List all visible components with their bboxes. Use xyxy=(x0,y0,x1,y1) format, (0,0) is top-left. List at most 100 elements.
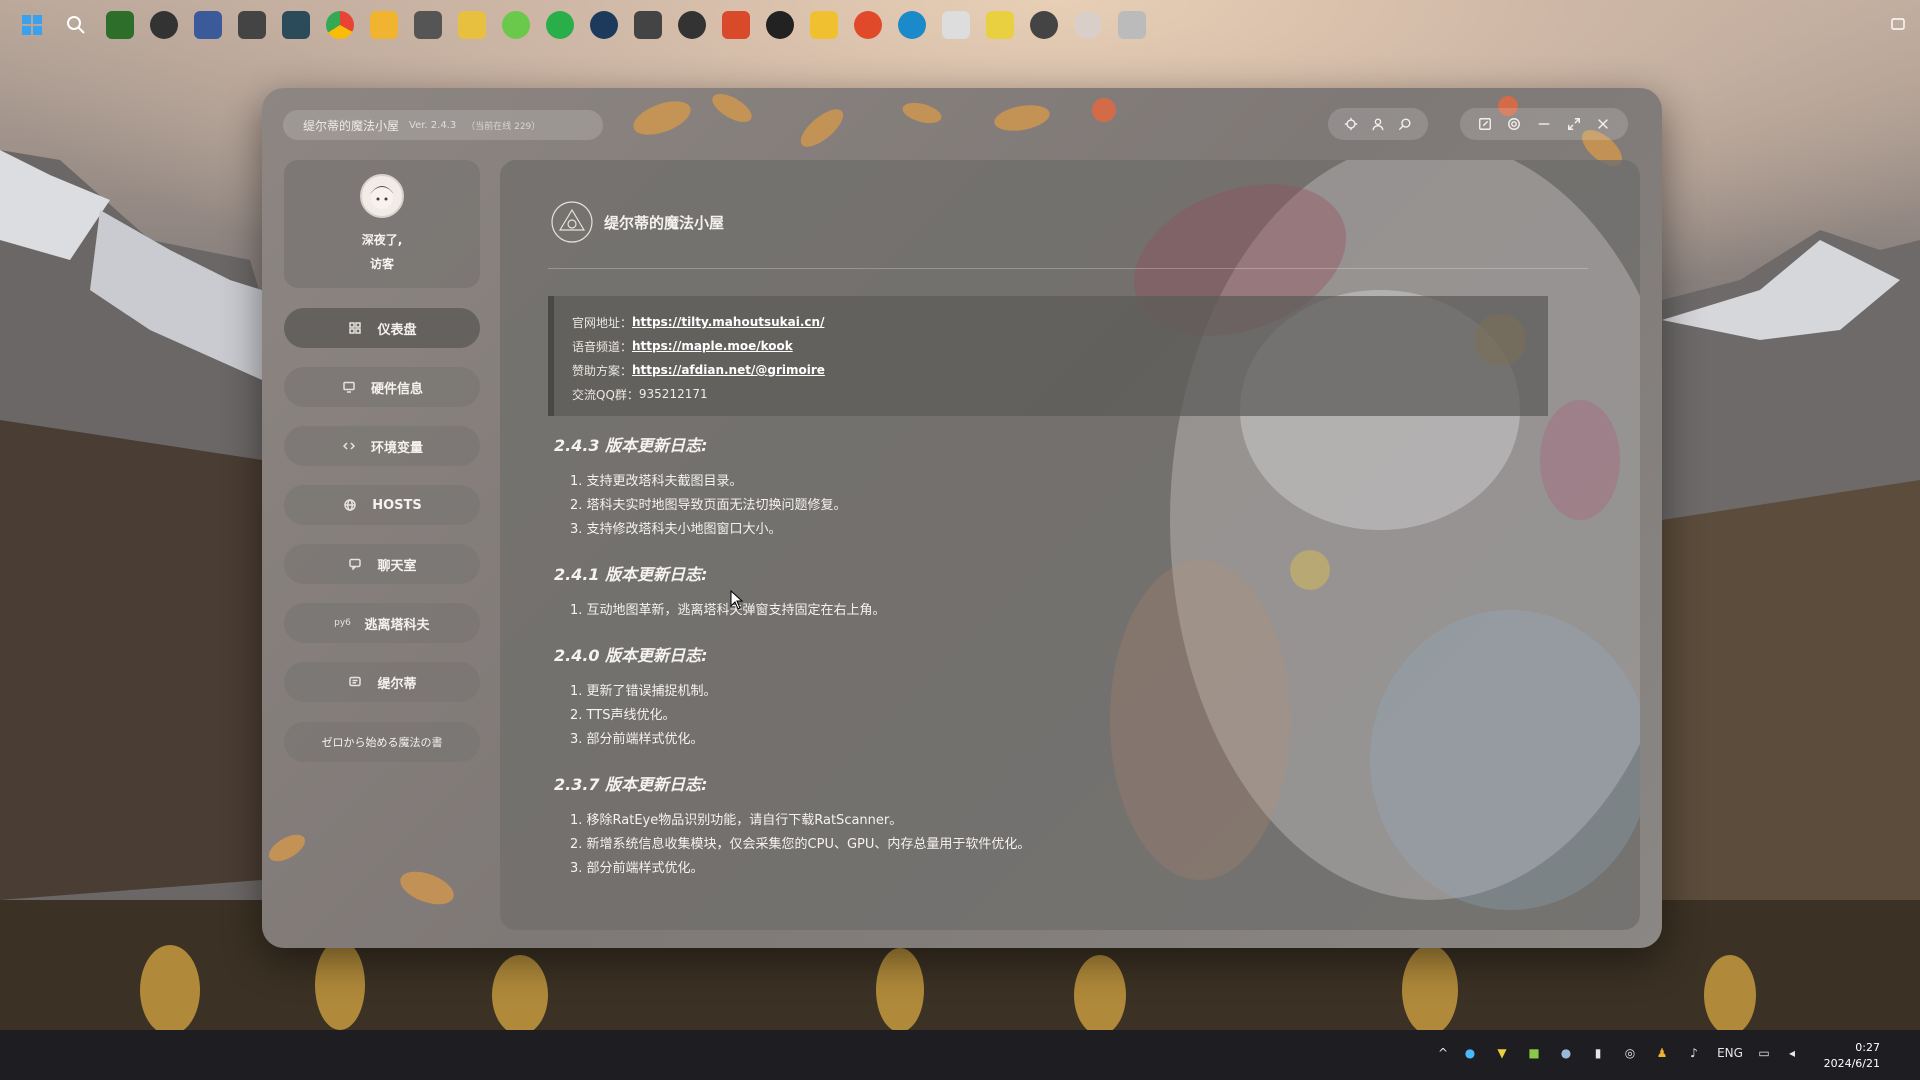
taskbar-search-button[interactable] xyxy=(62,11,90,39)
tray-steam-icon[interactable]: ● xyxy=(1550,1046,1582,1060)
tray-vpn-icon[interactable]: ▼ xyxy=(1486,1046,1518,1060)
nav-env-vars[interactable]: 环境变量 xyxy=(284,426,480,466)
riot-app-icon[interactable] xyxy=(1030,11,1058,39)
info-row-voice: 语音频道： https://maple.moe/kook xyxy=(572,334,1548,358)
file-explorer-icon[interactable] xyxy=(370,11,398,39)
speed-app-icon[interactable] xyxy=(678,11,706,39)
changelog-title: 2.4.0 版本更新日志: xyxy=(554,646,708,665)
chevron-up-icon[interactable]: ^ xyxy=(1432,1046,1454,1060)
changelog-item: 1. 更新了错误捕捉机制。 xyxy=(570,684,717,699)
taskbar-clock[interactable]: 0:27 2024/6/21 xyxy=(1808,1040,1880,1072)
nav-chatroom-label: 聊天室 xyxy=(377,558,417,574)
main-content: 缇尔蒂的魔法小屋 官网地址： https://tilty.mahoutsukai… xyxy=(500,160,1640,930)
vpn-app-icon[interactable] xyxy=(986,11,1014,39)
window-controls xyxy=(1460,108,1628,140)
chrome-icon[interactable] xyxy=(326,11,354,39)
py6-icon: py6 xyxy=(334,618,351,628)
search-button[interactable] xyxy=(1394,113,1416,135)
globe-icon xyxy=(342,498,358,512)
changelog-237: 2.3.7 版本更新日志: 1. 移除RatEye物品识别功能，请自行下载Rat… xyxy=(554,771,1030,881)
edit-icon xyxy=(1478,118,1491,130)
nav-magic-book-label: ゼロから始める魔法の書 xyxy=(321,736,443,749)
avatar[interactable] xyxy=(360,174,404,218)
nav-hardware-label: 硬件信息 xyxy=(370,381,423,397)
minimize-button[interactable] xyxy=(1533,113,1555,135)
changelog-item: 1. 互动地图革新，逃离塔科夫弹窗支持固定在右上角。 xyxy=(570,603,886,618)
search-icon xyxy=(67,16,85,34)
system-app-icon[interactable] xyxy=(194,11,222,39)
tarkov-app-icon[interactable] xyxy=(634,11,662,39)
steam-icon[interactable] xyxy=(590,11,618,39)
tray-chart-icon[interactable]: ▮ xyxy=(1582,1046,1614,1060)
user-button[interactable] xyxy=(1367,113,1389,135)
launcher-app-icon[interactable] xyxy=(722,11,750,39)
settings-button[interactable] xyxy=(1503,113,1525,135)
xbox-app-icon[interactable] xyxy=(282,11,310,39)
chat-icon xyxy=(347,557,363,571)
tray-user-icon[interactable]: ♟ xyxy=(1646,1046,1678,1060)
close-icon xyxy=(1598,119,1609,129)
sponsor-label: 赞助方案： xyxy=(572,363,633,378)
tray-monitor-icon[interactable]: ■ xyxy=(1518,1046,1550,1060)
notes-app-icon[interactable] xyxy=(458,11,486,39)
gog-app-icon[interactable] xyxy=(766,11,794,39)
nav-chatroom[interactable]: 聊天室 xyxy=(284,544,480,584)
online-count: （当前在线 229） xyxy=(466,121,541,132)
edit-button[interactable] xyxy=(1474,113,1496,135)
kook-app-icon[interactable] xyxy=(810,11,838,39)
windows-icon xyxy=(22,15,42,35)
qq-label: 交流QQ群： xyxy=(572,387,639,402)
nav-dashboard[interactable]: 仪表盘 xyxy=(284,308,480,348)
volume-icon[interactable]: ◂ xyxy=(1778,1046,1806,1060)
wechat-icon[interactable] xyxy=(546,11,574,39)
search-icon xyxy=(1398,118,1411,131)
nav-hardware[interactable]: 硬件信息 xyxy=(284,367,480,407)
notification-button[interactable] xyxy=(1884,11,1912,39)
start-button[interactable] xyxy=(18,11,46,39)
network-icon[interactable]: ▭ xyxy=(1750,1046,1778,1060)
nav-hosts[interactable]: HOSTS xyxy=(284,485,480,525)
message-icon xyxy=(347,675,363,689)
greeting: 深夜了, 访客 xyxy=(362,228,403,276)
capture-app-icon[interactable] xyxy=(150,11,178,39)
roblox-app-icon[interactable] xyxy=(942,11,970,39)
crosshair-button[interactable] xyxy=(1340,113,1362,135)
maximize-button[interactable] xyxy=(1563,113,1585,135)
close-button[interactable] xyxy=(1592,113,1614,135)
user-icon xyxy=(1372,118,1384,131)
sponsor-link[interactable]: https://afdian.net/@grimoire xyxy=(632,363,825,377)
main-title: 缇尔蒂的魔法小屋 xyxy=(604,213,725,232)
character-app-icon[interactable] xyxy=(1118,11,1146,39)
ea-app-icon[interactable] xyxy=(854,11,882,39)
grid-icon xyxy=(347,321,363,335)
site-link[interactable]: https://tilty.mahoutsukai.cn/ xyxy=(632,315,824,329)
voice-link[interactable]: https://maple.moe/kook xyxy=(632,339,793,353)
store-app-icon[interactable] xyxy=(414,11,442,39)
changelog-item: 2. 塔科夫实时地图导致页面无法切换问题修复。 xyxy=(570,498,847,513)
changelog-item: 1. 支持更改塔科夫截图目录。 xyxy=(570,474,743,489)
changelog-item: 3. 支持修改塔科夫小地图窗口大小。 xyxy=(570,522,782,537)
nav-tilty[interactable]: 缇尔蒂 xyxy=(284,662,480,702)
clock-time: 0:27 xyxy=(1855,1041,1880,1054)
greeting-time: 深夜了, xyxy=(361,233,403,247)
site-label: 官网地址： xyxy=(572,315,633,330)
nav-hosts-label: HOSTS xyxy=(372,497,422,513)
main-header: 缇尔蒂的魔法小屋 xyxy=(550,200,724,244)
changelog-243: 2.4.3 版本更新日志: 1. 支持更改塔科夫截图目录。 2. 塔科夫实时地图… xyxy=(554,432,847,542)
tools-group xyxy=(1328,108,1428,140)
language-indicator[interactable]: ENG xyxy=(1710,1046,1750,1060)
mouse-cursor-icon xyxy=(730,590,744,610)
editor-app-icon[interactable] xyxy=(238,11,266,39)
nav-magic-book[interactable]: ゼロから始める魔法の書 xyxy=(284,722,480,762)
changelog-title: 2.4.3 版本更新日志: xyxy=(554,436,708,455)
nav-tarkov[interactable]: py6 逃离塔科夫 xyxy=(284,603,480,643)
tilty-app-icon[interactable] xyxy=(1074,11,1102,39)
tray-riot-icon[interactable]: ◎ xyxy=(1614,1046,1646,1060)
nvidia-app-icon[interactable] xyxy=(106,11,134,39)
changelog-item: 2. 新增系统信息收集模块，仅会采集您的CPU、GPU、内存总量用于软件优化。 xyxy=(570,837,1031,852)
tray-app-icon[interactable]: ● xyxy=(1454,1046,1486,1060)
microphone-icon[interactable]: ♪ xyxy=(1678,1046,1710,1060)
battlenet-app-icon[interactable] xyxy=(898,11,926,39)
gear-icon xyxy=(1508,118,1521,130)
game-app-icon[interactable] xyxy=(502,11,530,39)
